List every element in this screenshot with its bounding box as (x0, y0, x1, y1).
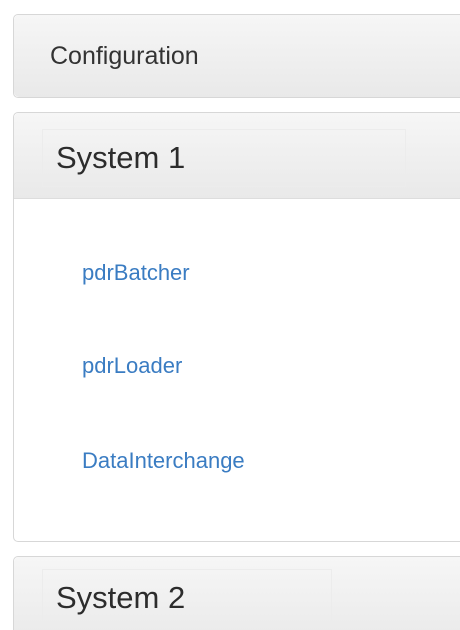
system1-panel-title[interactable]: System 1 (42, 129, 406, 187)
configuration-panel-heading[interactable]: Configuration (14, 15, 460, 97)
system1-panel: System 1 pdrBatcher pdrLoader DataInterc… (13, 112, 460, 542)
link-pdr-batcher[interactable]: pdrBatcher (82, 260, 190, 286)
accordion-container: Configuration System 1 pdrBatcher pdrLoa… (0, 0, 460, 630)
configuration-panel-title[interactable]: Configuration (50, 42, 199, 71)
system2-panel[interactable]: System 2 (13, 556, 460, 630)
link-data-interchange[interactable]: DataInterchange (82, 448, 245, 474)
system2-panel-title[interactable]: System 2 (42, 569, 332, 627)
configuration-panel[interactable]: Configuration (13, 14, 460, 98)
system1-panel-heading[interactable]: System 1 (14, 113, 460, 199)
system1-panel-title-text[interactable]: System 1 (56, 140, 185, 176)
system2-panel-heading[interactable]: System 2 (14, 557, 460, 630)
link-pdr-loader[interactable]: pdrLoader (82, 353, 182, 379)
system2-panel-title-text[interactable]: System 2 (56, 580, 185, 616)
